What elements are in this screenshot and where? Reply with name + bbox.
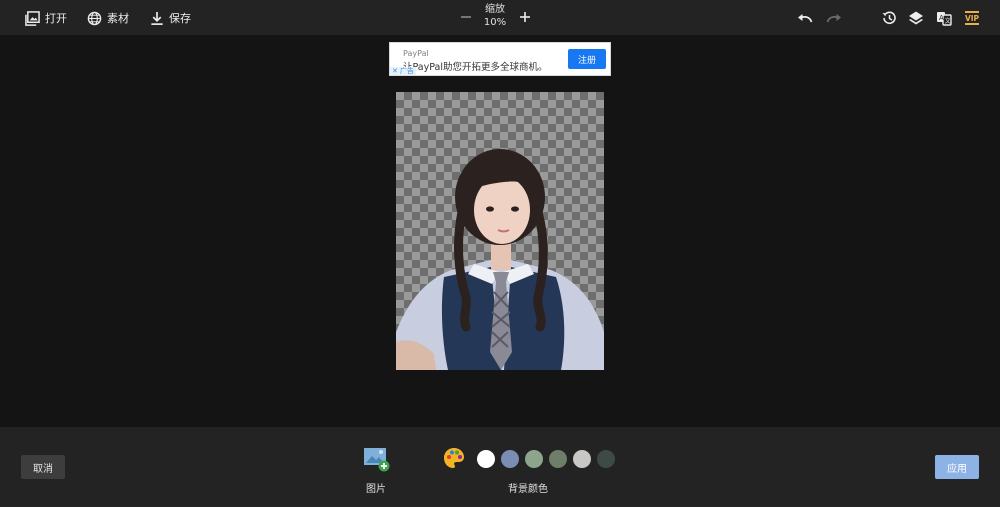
undo-button[interactable] — [796, 9, 814, 27]
custom-color-button[interactable] — [442, 446, 466, 470]
history-button[interactable] — [880, 9, 898, 27]
globe-icon — [87, 11, 102, 26]
redo-button[interactable] — [825, 9, 843, 27]
vip-button[interactable]: VIP — [962, 9, 982, 27]
zoom-out-button[interactable] — [457, 8, 475, 26]
ad-banner[interactable]: PayPal 让PayPal助您开拓更多全球商机。 注册 ✕ 广告 — [389, 42, 611, 76]
ad-choices-badge[interactable]: ✕ 广告 — [390, 67, 416, 75]
svg-text:A: A — [939, 14, 944, 22]
undo-icon — [798, 14, 813, 23]
svg-text:文: 文 — [945, 17, 951, 25]
zoom-value: 10% — [483, 17, 507, 28]
background-image-button[interactable] — [363, 447, 391, 473]
vip-label: VIP — [964, 14, 980, 23]
palette-icon — [444, 448, 464, 468]
color-swatch[interactable] — [549, 450, 567, 468]
download-icon — [150, 11, 164, 26]
ad-register-button[interactable]: 注册 — [568, 49, 606, 69]
image-open-icon — [25, 10, 40, 26]
bottom-panel: 取消 图片 背景颜色 应用 — [0, 427, 1000, 507]
layers-button[interactable] — [907, 9, 925, 27]
layers-icon — [909, 11, 923, 25]
redo-icon — [826, 14, 841, 23]
color-swatch[interactable] — [477, 450, 495, 468]
save-label: 保存 — [169, 12, 191, 25]
cancel-button[interactable]: 取消 — [21, 455, 65, 479]
plus-icon — [520, 12, 530, 22]
zoom-in-button[interactable] — [516, 8, 534, 26]
translate-button[interactable]: A文 — [935, 9, 953, 27]
color-swatch[interactable] — [597, 450, 615, 468]
color-swatch[interactable] — [501, 450, 519, 468]
assets-label: 素材 — [107, 12, 129, 25]
history-icon — [882, 11, 896, 25]
background-color-label: 背景颜色 — [508, 484, 548, 495]
ad-text: 让PayPal助您开拓更多全球商机。 — [403, 62, 548, 73]
apply-button[interactable]: 应用 — [935, 455, 979, 479]
portrait-photo — [396, 149, 604, 370]
image-label: 图片 — [366, 484, 386, 495]
translate-icon: A文 — [937, 12, 952, 26]
zoom-label: 缩放 — [485, 4, 505, 15]
top-toolbar: 打开 素材 保存 缩放 10% A文 VIP — [0, 0, 1000, 35]
ad-mark-label: 广告 — [399, 67, 414, 75]
add-image-icon — [364, 448, 390, 472]
assets-button[interactable]: 素材 — [87, 8, 129, 28]
color-swatch[interactable] — [525, 450, 543, 468]
open-label: 打开 — [45, 12, 67, 25]
color-swatch[interactable] — [573, 450, 591, 468]
image-canvas[interactable] — [396, 92, 604, 370]
close-icon[interactable]: ✕ — [392, 67, 398, 75]
crown-icon: VIP — [963, 11, 981, 25]
save-button[interactable]: 保存 — [150, 8, 191, 28]
open-button[interactable]: 打开 — [25, 8, 67, 28]
minus-icon — [461, 16, 471, 18]
ad-brand: PayPal — [403, 49, 429, 58]
zoom-display: 缩放 10% — [480, 4, 510, 30]
